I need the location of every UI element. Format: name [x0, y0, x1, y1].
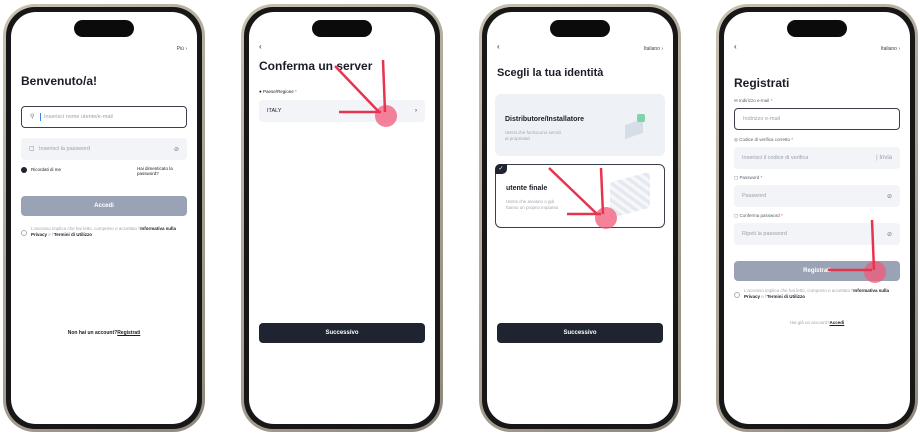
phone-login: Più › Benvenuto/a! ⚲ Inserisci nome utent… — [3, 4, 205, 432]
mail-icon: ✉ — [734, 98, 738, 103]
installer-title: Distributore/Installatore — [505, 116, 584, 123]
identity-screen: ‹ Italiano › Scegli la tua identità Dist… — [487, 12, 673, 424]
installer-illustration-icon — [621, 112, 651, 140]
register-screen: ‹ Italiano › Registrati ✉ Indirizzo e-ma… — [724, 12, 910, 424]
dynamic-island — [312, 20, 372, 37]
region-label: ● Paese/Regione * — [259, 89, 297, 94]
code-label: ◎ Codice di verifica corretto * — [734, 137, 794, 142]
email-label: ✉ Indirizzo e-mail * — [734, 98, 773, 103]
remember-me-label: Ricordati di me — [31, 167, 62, 172]
page-title: Scegli la tua identità — [497, 67, 604, 79]
confirm-password-label: ▢ Conferma password * — [734, 213, 783, 218]
installer-card[interactable]: Distributore/Installatore Utenti che for… — [495, 94, 665, 156]
language-selector[interactable]: Italiano › — [881, 46, 900, 52]
dynamic-island — [550, 20, 610, 37]
back-icon[interactable]: ‹ — [497, 42, 500, 51]
tap-indicator — [595, 207, 617, 229]
send-code-button[interactable]: | Invia — [876, 155, 892, 161]
location-pin-icon: ● — [259, 89, 262, 94]
login-screen: Più › Benvenuto/a! ⚲ Inserisci nome utent… — [11, 12, 197, 424]
terms-text: L'accesso implica che hai letto, compres… — [744, 288, 890, 299]
server-screen: ‹ Conferma un server ● Paese/Regione * I… — [249, 12, 435, 424]
phone-register: ‹ Italiano › Registrati ✉ Indirizzo e-ma… — [716, 4, 918, 432]
verification-code-input[interactable]: Inserisci il codice di verifica | Invia — [734, 147, 900, 169]
terms-text: L'accesso implica che hai letto, compres… — [31, 226, 177, 237]
dynamic-island — [787, 20, 847, 37]
eye-off-icon[interactable]: ⊘ — [887, 231, 892, 238]
password-label: ▢ Password * — [734, 175, 763, 180]
eye-off-icon[interactable]: ⊘ — [174, 146, 179, 153]
page-title: Registrati — [734, 76, 790, 90]
checkmark-icon: ✓ — [495, 164, 507, 174]
lock-icon: ▢ — [734, 175, 739, 180]
chevron-right-icon: › — [661, 46, 663, 52]
country-select[interactable]: ITALY › — [259, 100, 425, 122]
phone-server: ‹ Conferma un server ● Paese/Regione * I… — [241, 4, 443, 432]
eye-off-icon[interactable]: ⊘ — [887, 193, 892, 200]
end-user-desc: Utenti che avviano o già hanno un propri… — [506, 199, 559, 210]
dynamic-island — [74, 20, 134, 37]
terms-checkbox[interactable] — [734, 292, 740, 298]
remember-me-checkbox[interactable] — [21, 167, 27, 173]
installer-desc: Utenti che forniscono servizi ai proprie… — [505, 130, 562, 141]
lock-icon: ▢ — [734, 213, 739, 218]
terms-link[interactable]: Termini di Utilizzo — [767, 294, 805, 299]
chevron-right-icon: › — [185, 46, 187, 52]
chevron-right-icon: › — [898, 46, 900, 52]
house-illustration-icon — [610, 171, 650, 219]
shield-icon: ◎ — [734, 137, 738, 142]
terms-link[interactable]: Termini di Utilizzo — [54, 232, 92, 237]
email-input[interactable]: Indirizzo e-mail — [734, 108, 900, 130]
more-menu[interactable]: Più › — [177, 46, 187, 52]
forgot-password-link[interactable]: Hai dimenticato la password? — [137, 166, 187, 176]
user-icon: ⚲ — [30, 114, 35, 120]
page-title: Benvenuto/a! — [21, 74, 98, 88]
confirm-password-input[interactable]: Ripeti la password ⊘ — [734, 223, 900, 245]
terms-checkbox[interactable] — [21, 230, 27, 236]
register-link[interactable]: Registrati — [117, 330, 140, 336]
end-user-card[interactable]: ✓ utente finale Utenti che avviano o già… — [495, 164, 665, 228]
next-button[interactable]: Successivo — [259, 323, 425, 343]
back-icon[interactable]: ‹ — [734, 42, 737, 51]
username-input[interactable]: ⚲ Inserisci nome utente/e-mail — [21, 106, 187, 128]
back-icon[interactable]: ‹ — [259, 42, 262, 51]
hint-arrow — [334, 59, 387, 114]
phone-identity: ‹ Italiano › Scegli la tua identità Dist… — [479, 4, 681, 432]
login-button[interactable]: Accedi — [21, 196, 187, 216]
chevron-right-icon: › — [415, 108, 417, 114]
password-input[interactable]: ▢ Inserisci la password ⊘ — [21, 138, 187, 160]
password-input[interactable]: Password ⊘ — [734, 185, 900, 207]
language-selector[interactable]: Italiano › — [644, 46, 663, 52]
login-prompt: Hai già un account?Accedi — [789, 320, 845, 325]
end-user-title: utente finale — [506, 185, 548, 192]
next-button[interactable]: Successivo — [497, 323, 663, 343]
signup-prompt: Non hai un account?Registrati — [67, 330, 141, 336]
login-link[interactable]: Accedi — [830, 320, 845, 325]
page-title: Conferma un server — [259, 59, 373, 73]
tap-indicator — [864, 261, 886, 283]
tap-indicator — [375, 105, 397, 127]
lock-icon: ▢ — [29, 146, 35, 152]
